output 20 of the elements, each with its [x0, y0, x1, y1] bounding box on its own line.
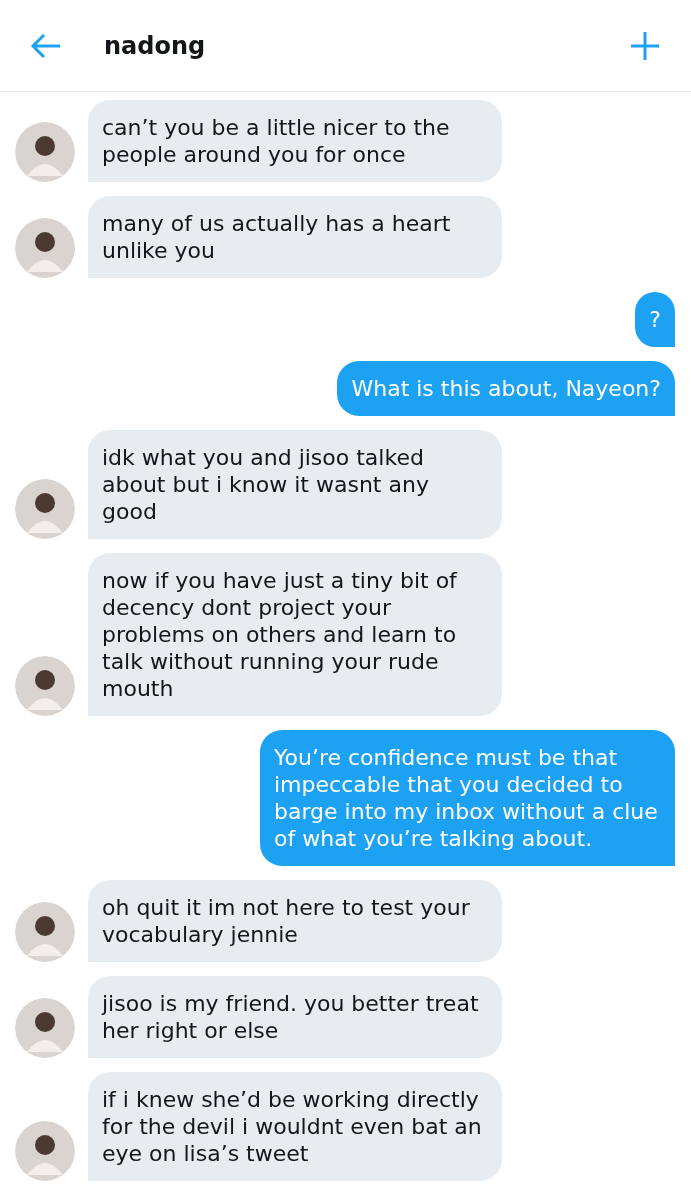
- message-bubble: What is this about, Nayeon?: [337, 361, 675, 416]
- message-bubble: now if you have just a tiny bit of decency dont project your problems on others and learn to talk without running your rude mouth: [88, 553, 502, 716]
- message-bubble: many of us actually has a heart unlike you: [88, 196, 502, 278]
- message-bubble: can’t you be a little nicer to the people around you for once: [88, 100, 502, 182]
- chat-title: nadong: [104, 30, 207, 62]
- message-bubble: You’re confidence must be that impeccable that you decided to barge into my inbox without a clue of what you’re talking about.: [260, 730, 675, 866]
- message-bubble: jisoo is my friend. you better treat her right or else: [88, 976, 502, 1058]
- message-bubble: oh quit it im not here to test your vocabulary jennie: [88, 880, 502, 962]
- avatar-icon: [15, 218, 75, 278]
- avatar-icon: [15, 656, 75, 716]
- avatar-icon: [15, 902, 75, 962]
- back-arrow-icon: [30, 31, 62, 60]
- plus-icon: [630, 30, 660, 61]
- avatar-icon: [15, 998, 75, 1058]
- avatar-icon: [15, 1121, 75, 1181]
- message-bubble: ?: [635, 292, 675, 347]
- avatar-icon: [15, 122, 75, 182]
- message-bubble: if i knew she’d be working directly for the devil i wouldnt even bat an eye on lisa’s tweet: [88, 1072, 502, 1181]
- message-bubble: idk what you and jisoo talked about but i know it wasnt any good: [88, 430, 502, 539]
- avatar-icon: [15, 479, 75, 539]
